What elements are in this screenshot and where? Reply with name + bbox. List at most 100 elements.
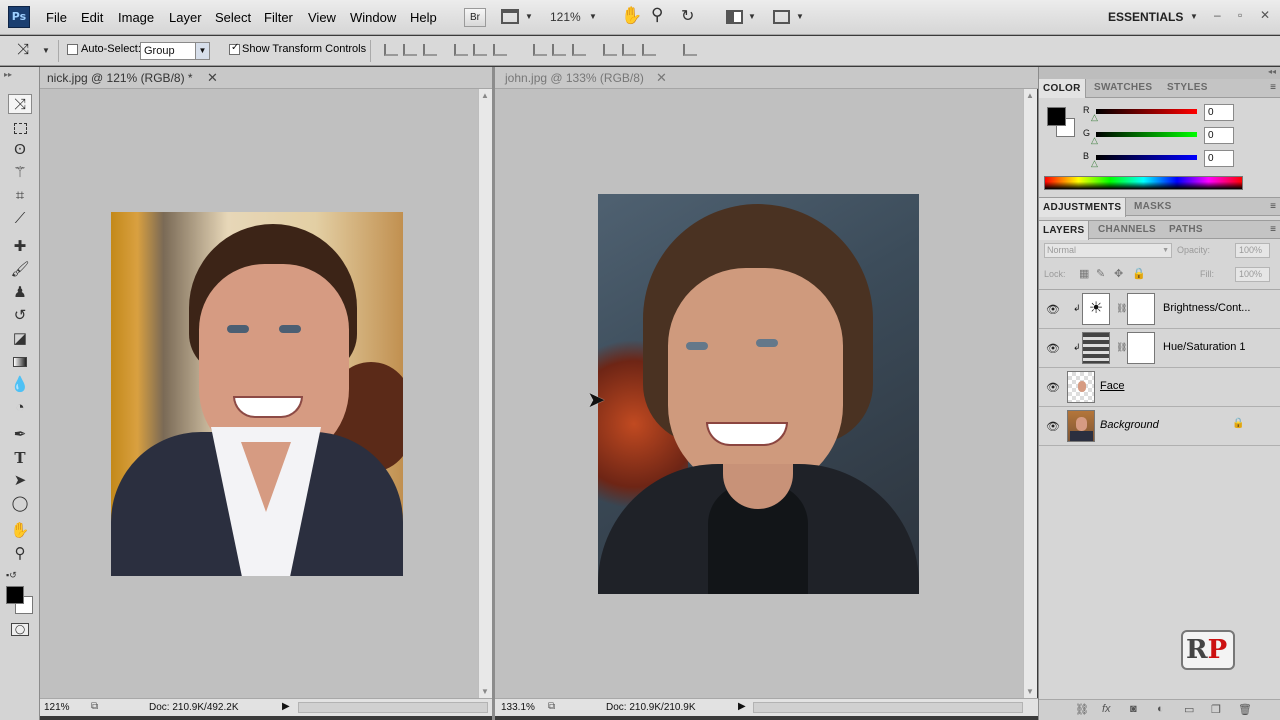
scroll-up-icon[interactable]: ▲ — [1026, 91, 1034, 100]
blue-slider[interactable] — [1096, 155, 1197, 160]
rotate-view-icon[interactable]: ↻ — [681, 6, 694, 26]
tab-adjustments[interactable]: ADJUSTMENTS — [1039, 198, 1127, 217]
align-bottom-icon[interactable] — [423, 44, 437, 56]
maximize-icon[interactable]: ▫ — [1238, 8, 1242, 22]
color-spectrum-ramp[interactable] — [1044, 176, 1243, 190]
move-tool-icon[interactable]: ⤨ — [17, 41, 29, 58]
bridge-button[interactable]: Br — [464, 8, 486, 27]
auto-align-icon[interactable] — [683, 44, 697, 56]
tab-styles[interactable]: STYLES — [1167, 82, 1208, 93]
layer-row-background[interactable]: 👁 Background 🔒 — [1039, 407, 1280, 446]
red-value-field[interactable]: 0 — [1204, 104, 1234, 121]
crop-tool-icon[interactable]: ⌗ — [8, 186, 32, 206]
slider-handle-icon[interactable]: △ — [1091, 135, 1098, 146]
show-transform-checkbox[interactable]: ✓ — [229, 42, 240, 58]
new-group-icon[interactable]: ▭ — [1184, 703, 1194, 716]
menu-filter[interactable]: Filter — [264, 10, 293, 25]
delete-layer-icon[interactable]: 🗑 — [1238, 703, 1252, 716]
new-adjustment-icon[interactable]: ◐ — [1157, 703, 1164, 715]
scroll-down-icon[interactable]: ▼ — [1026, 687, 1034, 696]
doc1-vertical-scrollbar[interactable]: ▲ ▼ — [478, 89, 492, 698]
play-icon[interactable]: ▶ — [282, 701, 290, 712]
link-layers-icon[interactable]: ⛓ — [1075, 703, 1089, 716]
lock-transparency-icon[interactable]: ▦ — [1079, 267, 1089, 280]
doc2-canvas[interactable]: ➤ — [495, 89, 1023, 698]
green-slider[interactable] — [1096, 132, 1197, 137]
blue-value-field[interactable]: 0 — [1204, 150, 1234, 167]
workspace-switcher[interactable]: ESSENTIALS — [1108, 10, 1183, 24]
auto-select-dropdown[interactable]: Group ▼ — [140, 42, 210, 60]
chevron-down-icon[interactable]: ▼ — [748, 12, 756, 21]
panel-menu-icon[interactable]: ≡ — [1270, 224, 1276, 235]
menu-select[interactable]: Select — [215, 10, 251, 25]
magic-wand-icon[interactable]: ⚚ — [8, 163, 32, 183]
blur-tool-icon[interactable]: 💧 — [8, 375, 32, 395]
default-colors-icon[interactable]: ▪↺ — [6, 570, 17, 581]
brush-tool-icon[interactable]: 🖌 — [8, 260, 32, 280]
zoom-tool-icon[interactable]: ⚲ — [651, 5, 663, 25]
doc1-horizontal-scrollbar[interactable] — [298, 702, 488, 713]
view-extras-icon[interactable] — [501, 9, 519, 24]
scroll-down-icon[interactable]: ▼ — [481, 687, 489, 696]
quick-mask-icon[interactable]: ◯ — [11, 623, 29, 636]
marquee-tool-icon[interactable] — [8, 118, 32, 138]
doc2-title[interactable]: john.jpg @ 133% (RGB/8) — [505, 71, 644, 85]
align-vcenter-icon[interactable] — [403, 44, 417, 56]
eye-icon[interactable]: 👁 — [1046, 342, 1060, 355]
layer-mask-thumbnail[interactable] — [1127, 293, 1155, 325]
ellipse-tool-icon[interactable]: ◯ — [8, 494, 32, 514]
tab-swatches[interactable]: SWATCHES — [1094, 82, 1152, 93]
foreground-color-swatch[interactable] — [1047, 107, 1066, 126]
type-tool-icon[interactable]: T — [8, 448, 32, 468]
doc1-title[interactable]: nick.jpg @ 121% (RGB/8) * — [47, 71, 193, 85]
foreground-color-swatch[interactable] — [6, 586, 24, 604]
add-mask-icon[interactable]: ◙ — [1130, 703, 1137, 715]
menu-file[interactable]: File — [46, 10, 67, 25]
healing-brush-icon[interactable]: ✚ — [8, 237, 32, 257]
panel-menu-icon[interactable]: ≡ — [1270, 82, 1276, 93]
menu-edit[interactable]: Edit — [81, 10, 103, 25]
distribute-vcenter-icon[interactable] — [552, 44, 566, 56]
align-left-icon[interactable] — [454, 44, 468, 56]
tab-masks[interactable]: MASKS — [1134, 201, 1172, 212]
lock-position-icon[interactable]: ✥ — [1114, 267, 1123, 280]
fill-field[interactable]: 100% — [1235, 267, 1270, 282]
chevron-down-icon[interactable]: ▼ — [1190, 12, 1198, 21]
eraser-tool-icon[interactable]: ◪ — [8, 329, 32, 349]
menu-help[interactable]: Help — [410, 10, 437, 25]
doc2-zoom[interactable]: 133.1% — [501, 702, 535, 713]
slider-handle-icon[interactable]: △ — [1091, 112, 1098, 123]
lasso-tool-icon[interactable]: ʘ — [8, 140, 32, 160]
distribute-bottom-icon[interactable] — [572, 44, 586, 56]
status-icon[interactable]: ⧉ — [548, 701, 555, 712]
lock-all-icon[interactable]: 🔒 — [1132, 267, 1146, 280]
align-right-icon[interactable] — [493, 44, 507, 56]
align-hcenter-icon[interactable] — [473, 44, 487, 56]
clone-stamp-icon[interactable]: ♟ — [8, 283, 32, 303]
slider-handle-icon[interactable]: △ — [1091, 158, 1098, 169]
auto-select-checkbox[interactable] — [67, 44, 78, 55]
lock-pixels-icon[interactable]: ✎ — [1096, 267, 1105, 280]
eye-icon[interactable]: 👁 — [1046, 381, 1060, 394]
red-slider[interactable] — [1096, 109, 1197, 114]
opacity-field[interactable]: 100% — [1235, 243, 1270, 258]
layer-row-face[interactable]: 👁 Face — [1039, 368, 1280, 407]
chevron-down-icon[interactable]: ▼ — [525, 12, 533, 21]
hand-tool-icon[interactable]: ✋ — [8, 521, 32, 541]
tab-channels[interactable]: CHANNELS — [1098, 224, 1156, 235]
pen-tool-icon[interactable]: ✒ — [8, 425, 32, 445]
status-icon[interactable]: ⧉ — [91, 701, 98, 712]
tab-paths[interactable]: PATHS — [1169, 224, 1203, 235]
collapse-icon[interactable]: ▸▸ — [4, 70, 12, 79]
zoom-level[interactable]: 121% — [550, 10, 581, 24]
path-selection-icon[interactable]: ➤ — [8, 471, 32, 491]
collapse-icon[interactable]: ◂◂ — [1268, 67, 1276, 76]
minimize-icon[interactable]: – — [1214, 8, 1221, 22]
doc1-canvas[interactable] — [40, 89, 478, 698]
menu-window[interactable]: Window — [350, 10, 396, 25]
distribute-top-icon[interactable] — [533, 44, 547, 56]
chevron-down-icon[interactable]: ▼ — [796, 12, 804, 21]
chevron-down-icon[interactable]: ▼ — [42, 46, 50, 55]
fx-icon[interactable]: fx — [1102, 703, 1111, 715]
align-top-icon[interactable] — [384, 44, 398, 56]
